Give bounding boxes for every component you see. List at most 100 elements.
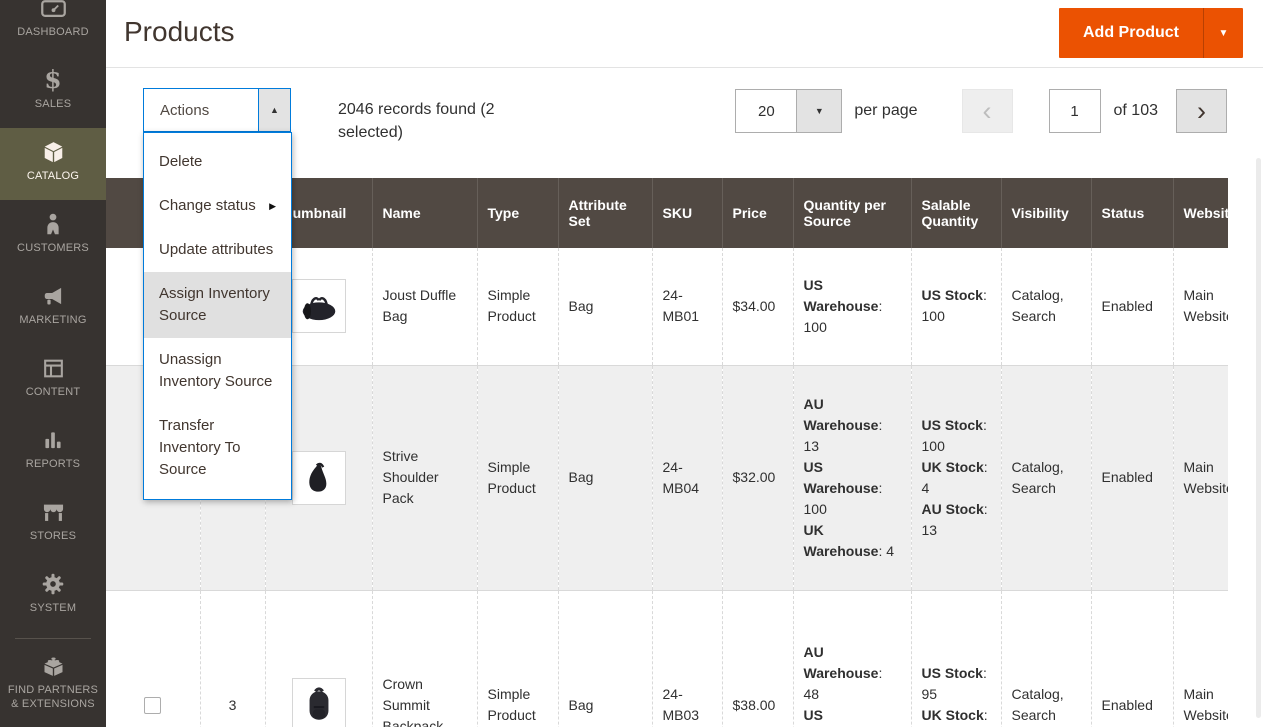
scrollbar[interactable] (1256, 158, 1261, 718)
cell-sku: 24-MB01 (652, 248, 722, 365)
sidebar-item-label: CUSTOMERS (17, 242, 89, 255)
sidebar-item-label: REPORTS (26, 458, 80, 471)
cell-salable-quantity: US Stock: 100 (911, 248, 1001, 365)
column-header-type[interactable]: Type (477, 178, 558, 248)
prev-page-button[interactable]: ‹ (962, 89, 1013, 133)
cell-visibility: Catalog, Search (1001, 248, 1091, 365)
pager: ‹ of 103 › (962, 89, 1227, 133)
cell-qty-per-source: AU Warehouse: 48US Warehouse: 95 (793, 590, 911, 727)
column-header-name[interactable]: Name (372, 178, 477, 248)
main-content: Products Add Product ▼ Actions ▲ Delete … (106, 0, 1263, 727)
dollar-icon: $ (44, 65, 61, 95)
column-header-price[interactable]: Price (722, 178, 793, 248)
sidebar-item-label: CONTENT (26, 386, 81, 399)
cell-status: Enabled (1091, 590, 1173, 727)
menu-item-change-status[interactable]: ▶Change status (144, 184, 291, 228)
chevron-left-icon: ‹ (983, 96, 992, 127)
sidebar-item-sales[interactable]: $ SALES (0, 56, 106, 128)
sidebar-item-reports[interactable]: REPORTS (0, 416, 106, 488)
cell-type: Simple Product (477, 248, 558, 365)
gear-icon (40, 569, 66, 599)
backpack-image (298, 684, 340, 726)
sidebar-item-catalog[interactable]: CATALOG (0, 128, 106, 200)
column-header-visibility[interactable]: Visibility (1001, 178, 1091, 248)
sidebar-item-find-partners[interactable]: FIND PARTNERS & EXTENSIONS (0, 641, 106, 725)
cell-websites: Main Website (1173, 365, 1228, 590)
menu-item-delete[interactable]: Delete (144, 140, 291, 184)
product-thumbnail (292, 451, 346, 505)
cell-visibility: Catalog, Search (1001, 365, 1091, 590)
cell-price: $38.00 (722, 590, 793, 727)
sidebar-item-customers[interactable]: CUSTOMERS (0, 200, 106, 272)
grid-toolbar: Actions ▲ Delete ▶Change status Update a… (106, 68, 1263, 178)
table-row[interactable]: 3 Crown Summit Backpack Simple Product B… (106, 590, 1228, 727)
cell-type: Simple Product (477, 365, 558, 590)
column-header-attribute-set[interactable]: Attribute Set (558, 178, 652, 248)
cell-salable-quantity: US Stock: 100UK Stock: 4AU Stock: 13 (911, 365, 1001, 590)
cell-attribute-set: Bag (558, 365, 652, 590)
cell-name: Crown Summit Backpack (372, 590, 477, 727)
records-count: 2046 records found (2 selected) (338, 88, 533, 144)
add-product-caret-button[interactable]: ▼ (1203, 8, 1243, 58)
cell-status: Enabled (1091, 365, 1173, 590)
submenu-arrow-icon: ▶ (269, 195, 276, 217)
menu-item-assign-inventory-source[interactable]: Assign Inventory Source (144, 272, 291, 338)
page-header: Products Add Product ▼ (106, 0, 1263, 68)
page-number-input[interactable] (1049, 89, 1101, 133)
menu-item-transfer-inventory-to-source[interactable]: Transfer Inventory To Source (144, 404, 291, 492)
product-thumbnail (292, 678, 346, 727)
cell-salable-quantity: US Stock: 95UK Stock: 17 (911, 590, 1001, 727)
storefront-icon (40, 497, 67, 527)
layout-icon (41, 353, 66, 383)
column-header-salable-quantity[interactable]: Salable Quantity (911, 178, 1001, 248)
column-header-sku[interactable]: SKU (652, 178, 722, 248)
column-header-qty-per-source[interactable]: Quantity per Source (793, 178, 911, 248)
add-product-split-button: Add Product ▼ (1059, 8, 1243, 58)
sidebar-item-label: MARKETING (19, 314, 86, 327)
sidebar-item-stores[interactable]: STORES (0, 488, 106, 560)
bar-chart-icon (40, 425, 66, 455)
shoulder-pack-image (298, 457, 340, 499)
actions-menu: Delete ▶Change status Update attributes … (143, 132, 292, 500)
admin-sidebar: DASHBOARD $ SALES CATALOG CUSTOMERS MARK… (0, 0, 106, 727)
menu-item-update-attributes[interactable]: Update attributes (144, 228, 291, 272)
duffle-bag-image (298, 285, 340, 327)
chevron-down-icon: ▼ (1219, 28, 1229, 39)
gauge-icon (40, 0, 67, 23)
column-header-status[interactable]: Status (1091, 178, 1173, 248)
column-header-websites[interactable]: Websites (1173, 178, 1228, 248)
sidebar-item-label: CATALOG (27, 170, 79, 183)
actions-button[interactable]: Actions ▲ (143, 88, 291, 132)
megaphone-icon (40, 281, 66, 311)
actions-button-label: Actions (144, 89, 258, 131)
next-page-button[interactable]: › (1176, 89, 1227, 133)
cell-id: 3 (200, 590, 265, 727)
cell-websites: Main Website (1173, 248, 1228, 365)
sidebar-item-marketing[interactable]: MARKETING (0, 272, 106, 344)
cell-qty-per-source: AU Warehouse: 13US Warehouse: 100UK Ware… (793, 365, 911, 590)
add-product-button[interactable]: Add Product (1059, 8, 1203, 58)
product-thumbnail (292, 279, 346, 333)
sidebar-item-content[interactable]: CONTENT (0, 344, 106, 416)
row-checkbox[interactable] (144, 697, 161, 714)
sidebar-item-dashboard[interactable]: DASHBOARD (0, 0, 106, 56)
cell-status: Enabled (1091, 248, 1173, 365)
cell-visibility: Catalog, Search (1001, 590, 1091, 727)
per-page-label: per page (854, 102, 917, 120)
chevron-down-icon: ▼ (797, 89, 842, 133)
cell-qty-per-source: US Warehouse: 100 (793, 248, 911, 365)
menu-item-unassign-inventory-source[interactable]: Unassign Inventory Source (144, 338, 291, 404)
page-title: Products (124, 16, 235, 48)
cell-attribute-set: Bag (558, 590, 652, 727)
per-page-select[interactable]: 20 ▼ (735, 89, 842, 133)
sidebar-item-system[interactable]: SYSTEM (0, 560, 106, 632)
chevron-right-icon: › (1197, 96, 1206, 127)
pagination-controls: 20 ▼ per page ‹ of 103 › (735, 88, 1227, 133)
sidebar-item-label: SYSTEM (30, 602, 76, 615)
per-page-value: 20 (735, 89, 797, 133)
page-total: of 103 (1114, 102, 1158, 120)
sidebar-item-label: STORES (30, 530, 76, 543)
box-icon (40, 137, 67, 167)
cell-attribute-set: Bag (558, 248, 652, 365)
lego-icon (40, 650, 67, 680)
